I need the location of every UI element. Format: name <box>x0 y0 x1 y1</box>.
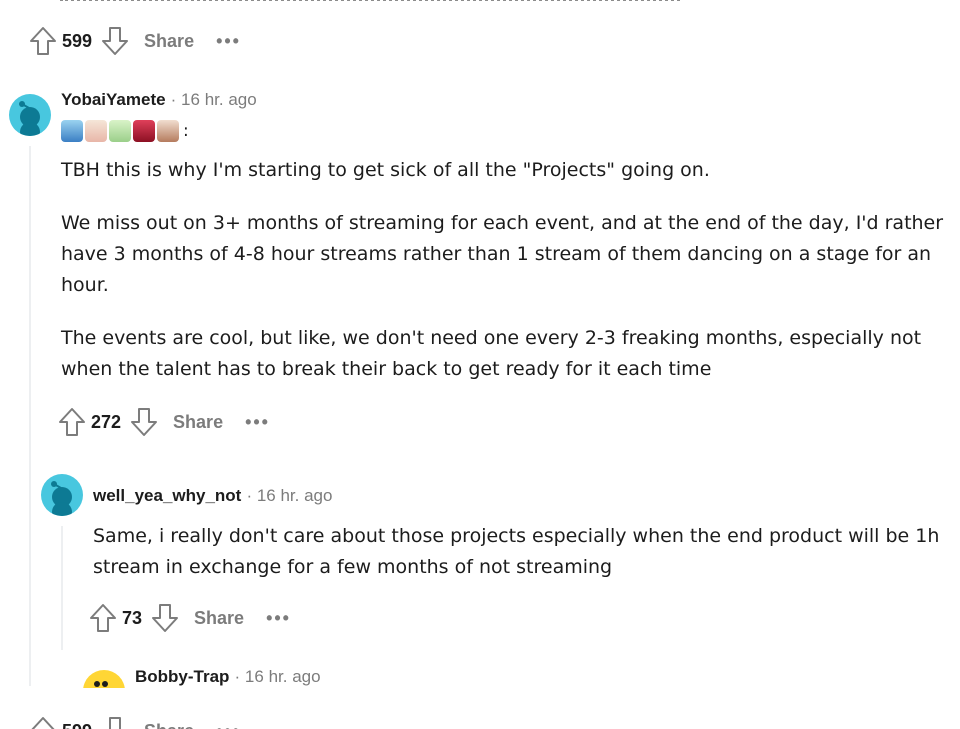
snoo-icon <box>51 481 72 516</box>
comment-timestamp[interactable]: · 16 hr. ago <box>235 667 321 686</box>
vote-score: 599 <box>62 30 93 51</box>
comment-body: Same, i really don't care about those pr… <box>93 521 943 583</box>
avatar[interactable] <box>41 474 83 516</box>
comment-header: Bobby-Trap · 16 hr. ago <box>135 667 321 687</box>
comment-paragraph: We miss out on 3+ months of streaming fo… <box>61 212 944 296</box>
comment-author[interactable]: well_yea_why_not <box>93 486 241 505</box>
clipped-comment: Bobby-Trap · 16 hr. ago <box>0 660 960 688</box>
downvote-icon[interactable] <box>100 715 130 729</box>
clipped-text-top <box>60 0 680 1</box>
top-comment-actions: 599 Share ••• <box>28 24 241 58</box>
comment-paragraph: Same, i really don't care about those pr… <box>93 525 940 578</box>
avatar[interactable] <box>9 94 51 136</box>
comment-body: TBH this is why I'm starting to get sick… <box>61 155 946 385</box>
comment-paragraph: TBH this is why I'm starting to get sick… <box>61 159 710 181</box>
vote-score: 73 <box>122 607 143 628</box>
comment-actions: 272 Share ••• <box>57 405 270 439</box>
upvote-icon[interactable] <box>88 602 118 634</box>
share-button[interactable]: Share <box>144 721 194 729</box>
share-button[interactable]: Share <box>194 608 244 629</box>
snoo-icon <box>94 681 108 687</box>
upvote-icon[interactable] <box>57 406 87 438</box>
vote-score: 599 <box>62 721 92 729</box>
downvote-icon[interactable] <box>100 25 130 57</box>
upvote-icon[interactable] <box>28 715 58 729</box>
flair-emoji-3 <box>109 120 131 142</box>
avatar[interactable] <box>83 670 125 688</box>
flair-emoji-4 <box>133 120 155 142</box>
more-options-button[interactable]: ••• <box>245 412 270 433</box>
comment-actions: 73 Share ••• <box>88 601 291 635</box>
share-button[interactable]: Share <box>173 412 223 433</box>
comment-header: well_yea_why_not · 16 hr. ago <box>93 486 332 506</box>
more-options-button[interactable]: ••• <box>216 721 241 729</box>
downvote-icon[interactable] <box>150 602 180 634</box>
flair-emoji-1 <box>61 120 83 142</box>
clipped-actions: 599 Share ••• <box>0 714 960 729</box>
user-flair: : <box>61 120 189 142</box>
more-options-button[interactable]: ••• <box>216 31 241 52</box>
comment-header: YobaiYamete · 16 hr. ago <box>61 90 257 110</box>
comment-actions: 599 Share ••• <box>28 714 241 729</box>
upvote-icon[interactable] <box>28 25 58 57</box>
vote-score: 272 <box>91 411 122 432</box>
comment-timestamp[interactable]: · 16 hr. ago <box>171 90 257 109</box>
downvote-icon[interactable] <box>129 406 159 438</box>
flair-emoji-2 <box>85 120 107 142</box>
snoo-icon <box>19 101 40 136</box>
more-options-button[interactable]: ••• <box>266 608 291 629</box>
comment-paragraph: The events are cool, but like, we don't … <box>61 327 922 380</box>
comment-author[interactable]: YobaiYamete <box>61 90 166 109</box>
flair-emoji-5 <box>157 120 179 142</box>
thread-line[interactable] <box>29 146 31 686</box>
flair-suffix: : <box>183 121 189 141</box>
thread-line[interactable] <box>61 526 63 650</box>
comment-timestamp[interactable]: · 16 hr. ago <box>246 486 332 505</box>
comment-author[interactable]: Bobby-Trap <box>135 667 229 686</box>
share-button[interactable]: Share <box>144 31 194 52</box>
